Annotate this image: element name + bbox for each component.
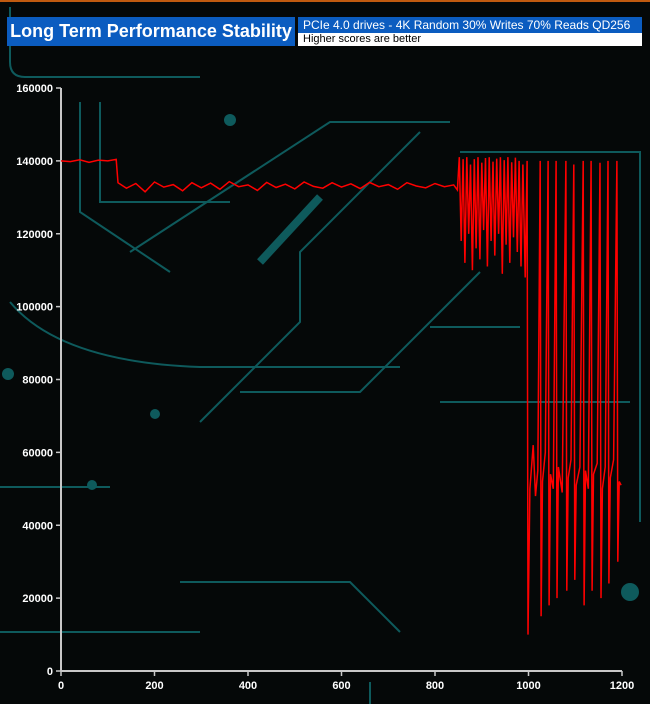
x-tick-label: 0 [58, 680, 64, 692]
y-tick-label: 60000 [22, 447, 53, 459]
y-tick-label: 140000 [16, 156, 53, 168]
y-tick-label: 160000 [16, 83, 53, 95]
x-tick-label: 200 [145, 680, 163, 692]
y-tick-label: 120000 [16, 229, 53, 241]
x-tick-label: 1000 [516, 680, 540, 692]
plot-area: 0 20000 40000 60000 80000 100000 120000 140000 1… [16, 83, 634, 692]
chart-container: Long Term Performance Stability PCIe 4.0… [0, 0, 650, 704]
y-tick-label: 0 [47, 666, 53, 678]
x-tick-label: 600 [332, 680, 350, 692]
y-tick-label: 20000 [22, 593, 53, 605]
y-tick-label: 40000 [22, 520, 53, 532]
x-tick-label: 400 [239, 680, 257, 692]
y-tick-label: 80000 [22, 375, 53, 387]
x-tick-label: 1200 [610, 680, 634, 692]
x-tick-label: 800 [426, 680, 444, 692]
series-line [60, 157, 622, 635]
y-tick-label: 100000 [16, 302, 53, 314]
